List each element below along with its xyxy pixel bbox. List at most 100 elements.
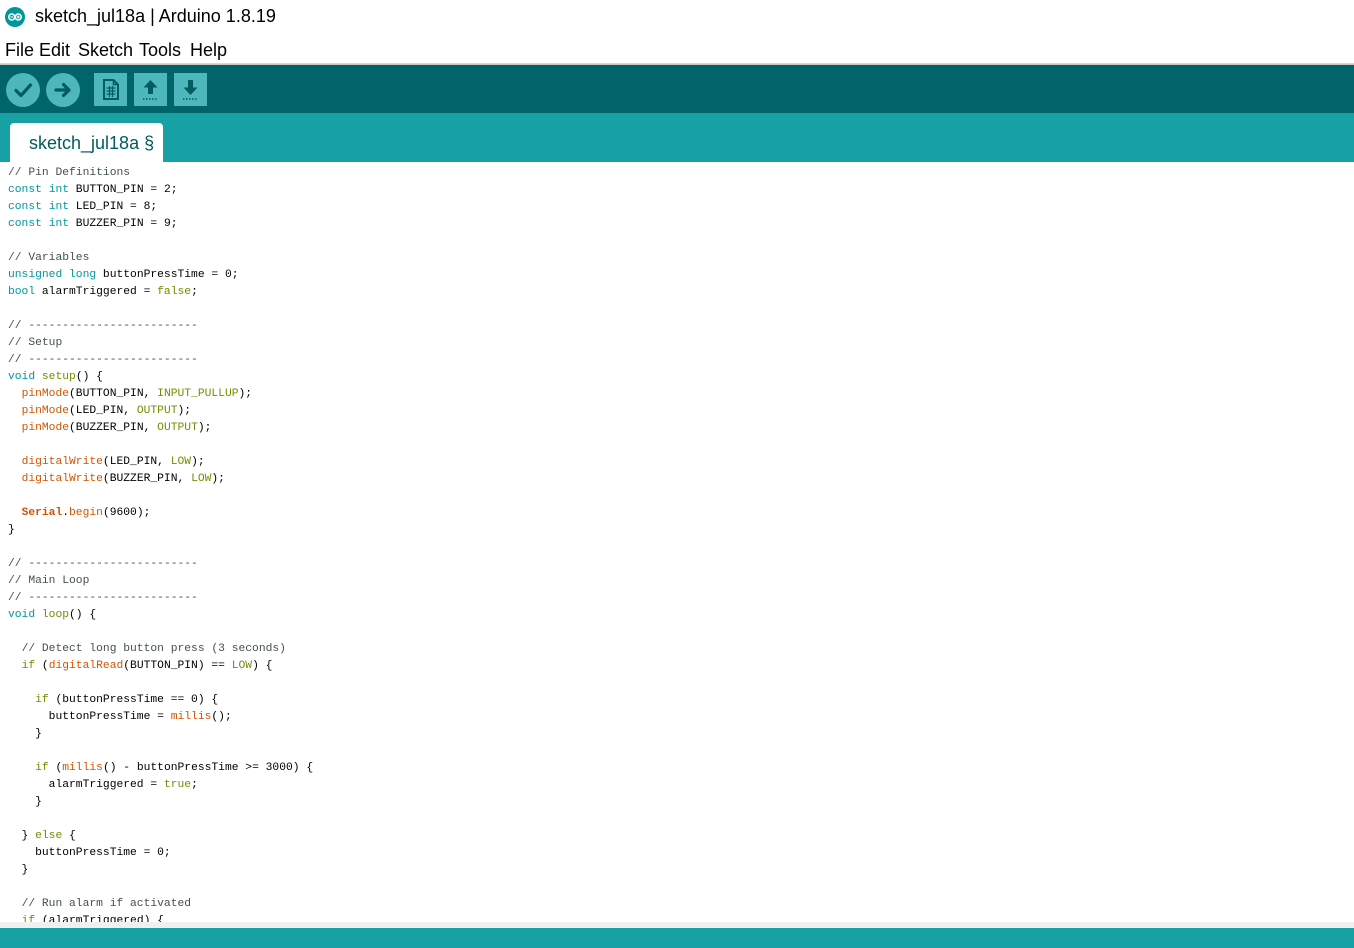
code-line[interactable]: if (buttonPressTime == 0) { — [8, 692, 313, 709]
code-token: (BUZZER_PIN, — [69, 422, 158, 434]
code-line[interactable]: // Main Loop — [8, 573, 313, 590]
code-line[interactable]: const int BUZZER_PIN = 9; — [8, 216, 313, 233]
code-line[interactable]: pinMode(LED_PIN, OUTPUT); — [8, 403, 313, 420]
code-line[interactable] — [8, 811, 313, 828]
code-line[interactable] — [8, 743, 313, 760]
tab-sketch[interactable]: sketch_jul18a § — [10, 123, 163, 162]
code-line[interactable]: // Run alarm if activated — [8, 896, 313, 913]
code-token: BUTTON_PIN = 2; — [69, 184, 178, 196]
code-token: pinMode — [21, 405, 70, 417]
code-line[interactable]: const int LED_PIN = 8; — [8, 199, 313, 216]
code-token: // ------------------------- — [8, 320, 198, 332]
code-text[interactable]: // Pin Definitions const int BUTTON_PIN =… — [8, 165, 313, 923]
code-token: void — [8, 371, 36, 383]
code-token: ; — [191, 286, 198, 298]
code-token: begin — [69, 507, 103, 519]
upload-button[interactable] — [46, 73, 80, 112]
code-token: } — [8, 524, 15, 536]
checkmark-icon — [6, 73, 40, 107]
code-token: // Run alarm if activated — [21, 898, 192, 910]
code-line[interactable] — [8, 675, 313, 692]
menu-edit[interactable]: Edit — [39, 40, 70, 61]
menu-sketch[interactable]: Sketch — [78, 40, 133, 61]
code-line[interactable]: } — [8, 522, 313, 539]
code-line[interactable]: unsigned long buttonPressTime = 0; — [8, 267, 313, 284]
code-line[interactable]: alarmTriggered = true; — [8, 777, 313, 794]
code-token: LOW — [191, 473, 212, 485]
code-line[interactable]: if (millis() - buttonPressTime >= 3000) … — [8, 760, 313, 777]
code-token: (BUZZER_PIN, — [102, 473, 192, 485]
code-line[interactable] — [8, 488, 313, 505]
code-line[interactable]: digitalWrite(BUZZER_PIN, LOW); — [8, 471, 313, 488]
code-token: int — [48, 184, 70, 196]
code-line[interactable]: } else { — [8, 828, 313, 845]
code-line[interactable]: // ------------------------- — [8, 352, 313, 369]
code-line[interactable]: // ------------------------- — [8, 590, 313, 607]
code-token: digitalWrite — [21, 473, 103, 485]
menu-file[interactable]: File — [5, 40, 34, 61]
code-line[interactable] — [8, 233, 313, 250]
code-line[interactable] — [8, 539, 313, 556]
code-line[interactable] — [8, 301, 313, 318]
code-line[interactable]: } — [8, 862, 313, 879]
code-token: if — [35, 762, 49, 774]
code-token: ); — [197, 422, 212, 434]
code-token: else — [35, 830, 63, 842]
code-line[interactable]: // Setup — [8, 335, 313, 352]
code-line[interactable]: if (digitalRead(BUTTON_PIN) == LOW) { — [8, 658, 313, 675]
code-line[interactable]: pinMode(BUZZER_PIN, OUTPUT); — [8, 420, 313, 437]
code-line[interactable]: // Pin Definitions — [8, 165, 313, 182]
code-token: int — [48, 218, 70, 230]
code-line[interactable] — [8, 879, 313, 896]
window-title: sketch_jul18a | Arduino 1.8.19 — [35, 6, 276, 26]
code-line[interactable]: void setup() { — [8, 369, 313, 386]
code-token: buttonPressTime = 0; — [8, 847, 171, 859]
code-token: ); — [191, 456, 205, 468]
code-token: (BUTTON_PIN) == — [123, 660, 232, 672]
verify-button[interactable] — [6, 73, 40, 112]
code-token: () { — [75, 371, 103, 383]
code-line[interactable]: void loop() { — [8, 607, 313, 624]
code-line[interactable]: // Detect long button press (3 seconds) — [8, 641, 313, 658]
code-line[interactable]: } — [8, 726, 313, 743]
code-token: LOW — [231, 660, 253, 672]
code-line[interactable]: Serial.begin(9600); — [8, 505, 313, 522]
code-token: () { — [69, 609, 97, 621]
code-line[interactable]: } — [8, 794, 313, 811]
code-token: // ------------------------- — [8, 354, 198, 366]
arrow-up-icon — [134, 73, 167, 106]
code-token: } — [8, 830, 36, 842]
code-line[interactable]: // ------------------------- — [8, 318, 313, 335]
new-sketch-button[interactable] — [94, 73, 127, 111]
code-line[interactable]: // ------------------------- — [8, 556, 313, 573]
code-token: ) { — [252, 660, 273, 672]
status-bar — [0, 928, 1354, 948]
menu-bar: File Edit Sketch Tools Help — [0, 34, 1354, 64]
code-line[interactable] — [8, 437, 313, 454]
code-line[interactable]: const int BUTTON_PIN = 2; — [8, 182, 313, 199]
code-line[interactable]: buttonPressTime = 0; — [8, 845, 313, 862]
code-line[interactable]: bool alarmTriggered = false; — [8, 284, 313, 301]
menu-help[interactable]: Help — [190, 40, 227, 61]
code-line[interactable] — [8, 624, 313, 641]
code-token: // Setup — [8, 337, 63, 349]
new-file-icon — [94, 73, 127, 106]
code-token: LOW — [170, 456, 192, 468]
menu-tools[interactable]: Tools — [139, 40, 181, 61]
code-line[interactable]: digitalWrite(LED_PIN, LOW); — [8, 454, 313, 471]
code-line[interactable]: pinMode(BUTTON_PIN, INPUT_PULLUP); — [8, 386, 313, 403]
code-line[interactable]: buttonPressTime = millis(); — [8, 709, 313, 726]
code-token: (9600); — [102, 507, 151, 519]
open-button[interactable] — [134, 73, 167, 111]
code-editor[interactable]: // Pin Definitions const int BUTTON_PIN =… — [0, 162, 1354, 923]
code-token: ); — [211, 473, 225, 485]
code-token: alarmTriggered = — [8, 779, 164, 791]
code-token: millis — [62, 762, 103, 774]
code-token: . — [62, 507, 70, 519]
save-button[interactable] — [174, 73, 207, 111]
code-line[interactable]: // Variables — [8, 250, 313, 267]
